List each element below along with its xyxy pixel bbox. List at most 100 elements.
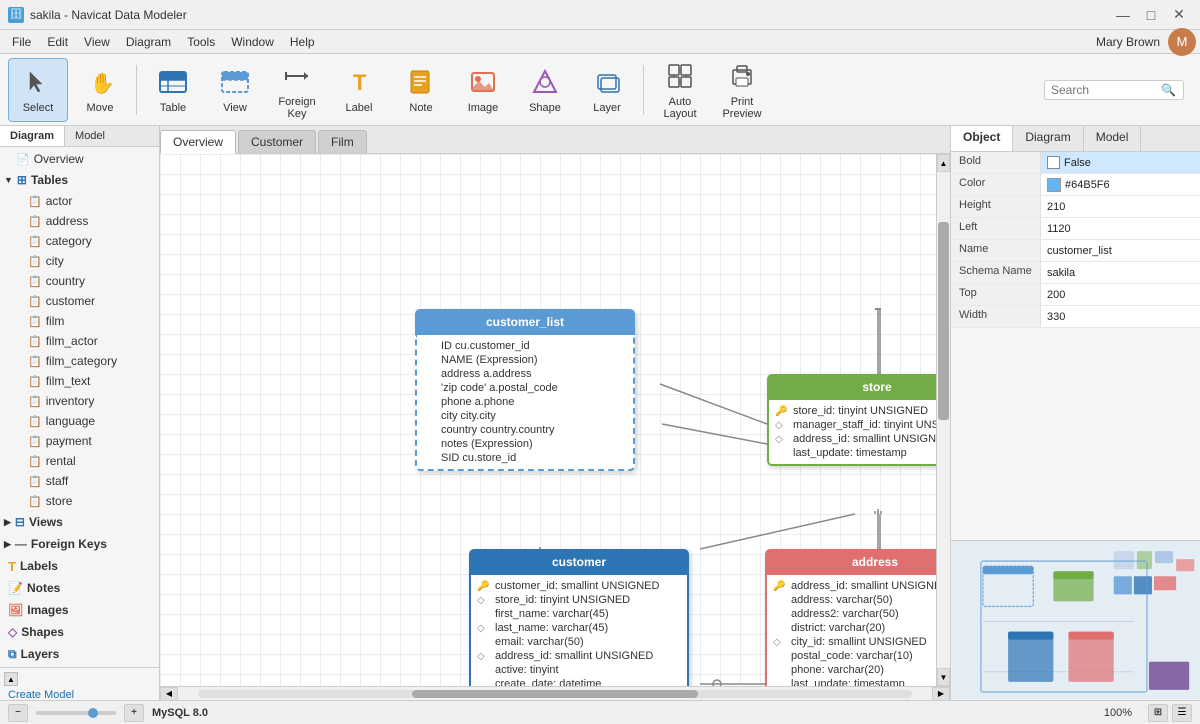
hscroll-left[interactable]: ◀ bbox=[160, 687, 178, 701]
right-panel-tab-diagram[interactable]: Diagram bbox=[1013, 126, 1083, 151]
vscroll-thumb[interactable] bbox=[938, 222, 949, 420]
sidebar-item-film-category[interactable]: 📋 film_category bbox=[0, 351, 159, 371]
sidebar-group-shapes[interactable]: ◇ Shapes bbox=[0, 621, 159, 643]
canvas-body[interactable]: customer_list ID cu.customer_id NAME (Ex… bbox=[160, 154, 936, 686]
sidebar-tab-model[interactable]: Model bbox=[65, 126, 115, 146]
table-address[interactable]: address 🔑 address_id: smallint UNSIGNED … bbox=[765, 549, 936, 686]
tool-table[interactable]: Table bbox=[143, 58, 203, 122]
tool-label[interactable]: T Label bbox=[329, 58, 389, 122]
tool-shape[interactable]: Shape bbox=[515, 58, 575, 122]
statusbar-plus[interactable]: + bbox=[124, 704, 144, 722]
statusbar-minus[interactable]: − bbox=[8, 704, 28, 722]
canvas-tab-customer[interactable]: Customer bbox=[238, 130, 316, 153]
foreign-key-icon bbox=[281, 60, 313, 92]
table-row: create_date: datetime bbox=[477, 677, 681, 686]
maximize-button[interactable]: □ bbox=[1138, 5, 1164, 25]
view-icon bbox=[219, 66, 251, 98]
hscroll-thumb[interactable] bbox=[412, 690, 698, 698]
prop-row-height: Height 210 bbox=[951, 196, 1200, 218]
sidebar-group-images[interactable]: 🖼 Images bbox=[0, 599, 159, 621]
right-panel-tab-object[interactable]: Object bbox=[951, 126, 1013, 151]
sidebar-item-country[interactable]: 📋 country bbox=[0, 271, 159, 291]
sidebar-group-foreign-keys[interactable]: ▶ — Foreign Keys bbox=[0, 533, 159, 555]
canvas-tab-overview[interactable]: Overview bbox=[160, 130, 236, 154]
tool-foreign-key[interactable]: Foreign Key bbox=[267, 58, 327, 122]
sidebar-item-film-actor[interactable]: 📋 film_actor bbox=[0, 331, 159, 351]
zoom-thumb[interactable] bbox=[88, 708, 98, 718]
canvas-tab-film[interactable]: Film bbox=[318, 130, 367, 153]
sidebar-item-rental[interactable]: 📋 rental bbox=[0, 451, 159, 471]
hscroll-track[interactable] bbox=[198, 690, 912, 698]
right-panel-tab-model[interactable]: Model bbox=[1084, 126, 1142, 151]
prop-label-color: Color bbox=[951, 174, 1041, 195]
table-row: 🔑 customer_id: smallint UNSIGNED bbox=[477, 579, 681, 593]
sidebar-scroll-up[interactable]: ▲ bbox=[4, 672, 18, 686]
sidebar-item-store[interactable]: 📋 store bbox=[0, 491, 159, 511]
minimize-button[interactable]: — bbox=[1110, 5, 1136, 25]
sidebar-item-film-text[interactable]: 📋 film_text bbox=[0, 371, 159, 391]
sidebar-item-staff[interactable]: 📋 staff bbox=[0, 471, 159, 491]
table-customer[interactable]: customer 🔑 customer_id: smallint UNSIGNE… bbox=[469, 549, 689, 686]
table-customer-list[interactable]: customer_list ID cu.customer_id NAME (Ex… bbox=[415, 309, 635, 471]
table-row: district: varchar(20) bbox=[773, 621, 936, 635]
store-table-icon: 📋 bbox=[28, 495, 42, 508]
zoom-slider[interactable] bbox=[36, 711, 116, 715]
tool-note[interactable]: Note bbox=[391, 58, 451, 122]
sidebar-group-tables[interactable]: ▼ ⊞ Tables bbox=[0, 169, 159, 191]
table-row: country country.country bbox=[423, 423, 627, 437]
menu-edit[interactable]: Edit bbox=[39, 33, 76, 51]
vscroll-down[interactable]: ▼ bbox=[937, 668, 950, 686]
tool-print-preview[interactable]: Print Preview bbox=[712, 58, 772, 122]
table-customer-body: 🔑 customer_id: smallint UNSIGNED ◇ store… bbox=[469, 575, 689, 686]
hscroll-right[interactable]: ▶ bbox=[932, 687, 950, 701]
sidebar-item-customer[interactable]: 📋 customer bbox=[0, 291, 159, 311]
table-store[interactable]: store 🔑 store_id: tinyint UNSIGNED ◇ man… bbox=[767, 374, 936, 466]
statusbar-grid-view[interactable]: ⊞ bbox=[1148, 704, 1168, 722]
actor-table-icon: 📋 bbox=[28, 195, 42, 208]
sidebar-item-language[interactable]: 📋 language bbox=[0, 411, 159, 431]
canvas-vscroll[interactable]: ▲ ▼ bbox=[936, 154, 950, 686]
close-button[interactable]: ✕ bbox=[1166, 5, 1192, 25]
menu-diagram[interactable]: Diagram bbox=[118, 33, 179, 51]
sidebar-item-payment[interactable]: 📋 payment bbox=[0, 431, 159, 451]
sidebar-item-overview[interactable]: 📄 Overview bbox=[0, 149, 159, 169]
sidebar-item-address[interactable]: 📋 address bbox=[0, 211, 159, 231]
sidebar-item-city[interactable]: 📋 city bbox=[0, 251, 159, 271]
sidebar-group-layers[interactable]: ⧉ Layers bbox=[0, 643, 159, 665]
note-icon bbox=[405, 66, 437, 98]
sidebar-group-views[interactable]: ▶ ⊟ Views bbox=[0, 511, 159, 533]
menu-tools[interactable]: Tools bbox=[179, 33, 223, 51]
sidebar-tab-diagram[interactable]: Diagram bbox=[0, 126, 65, 146]
sidebar-item-inventory[interactable]: 📋 inventory bbox=[0, 391, 159, 411]
canvas-hscroll[interactable]: ◀ ▶ bbox=[160, 686, 950, 700]
prop-value-bold[interactable]: False bbox=[1041, 152, 1200, 173]
vscroll-up[interactable]: ▲ bbox=[937, 154, 950, 172]
titlebar: 🗄 sakila - Navicat Data Modeler — □ ✕ bbox=[0, 0, 1200, 30]
sidebar-item-film[interactable]: 📋 film bbox=[0, 311, 159, 331]
diamond-icon: ◇ bbox=[477, 651, 491, 662]
tool-move[interactable]: ✋ Move bbox=[70, 58, 130, 122]
tool-auto-layout[interactable]: Auto Layout bbox=[650, 58, 710, 122]
statusbar-list-view[interactable]: ☰ bbox=[1172, 704, 1192, 722]
main-layout: Diagram Model 📄 Overview ▼ ⊞ Tables 📋 ac… bbox=[0, 126, 1200, 700]
diamond-icon: ◇ bbox=[477, 623, 491, 634]
menu-help[interactable]: Help bbox=[282, 33, 323, 51]
vscroll-track[interactable] bbox=[937, 172, 950, 668]
sidebar-item-actor[interactable]: 📋 actor bbox=[0, 191, 159, 211]
sidebar-item-category[interactable]: 📋 category bbox=[0, 231, 159, 251]
menu-view[interactable]: View bbox=[76, 33, 118, 51]
prop-row-width: Width 330 bbox=[951, 306, 1200, 328]
tool-image[interactable]: Image bbox=[453, 58, 513, 122]
action-create-model[interactable]: Create Model bbox=[0, 686, 159, 700]
sidebar-group-labels[interactable]: T Labels bbox=[0, 555, 159, 577]
menu-file[interactable]: File bbox=[4, 33, 39, 51]
tool-layer[interactable]: Layer bbox=[577, 58, 637, 122]
search-box[interactable]: 🔍 bbox=[1044, 80, 1184, 100]
tool-select[interactable]: Select bbox=[8, 58, 68, 122]
prop-value-color[interactable]: #64B5F6 bbox=[1041, 174, 1200, 195]
tool-view[interactable]: View bbox=[205, 58, 265, 122]
menu-window[interactable]: Window bbox=[223, 33, 282, 51]
search-input[interactable] bbox=[1051, 83, 1161, 97]
right-panel-tabs: Object Diagram Model bbox=[951, 126, 1200, 152]
sidebar-group-notes[interactable]: 📝 Notes bbox=[0, 577, 159, 599]
